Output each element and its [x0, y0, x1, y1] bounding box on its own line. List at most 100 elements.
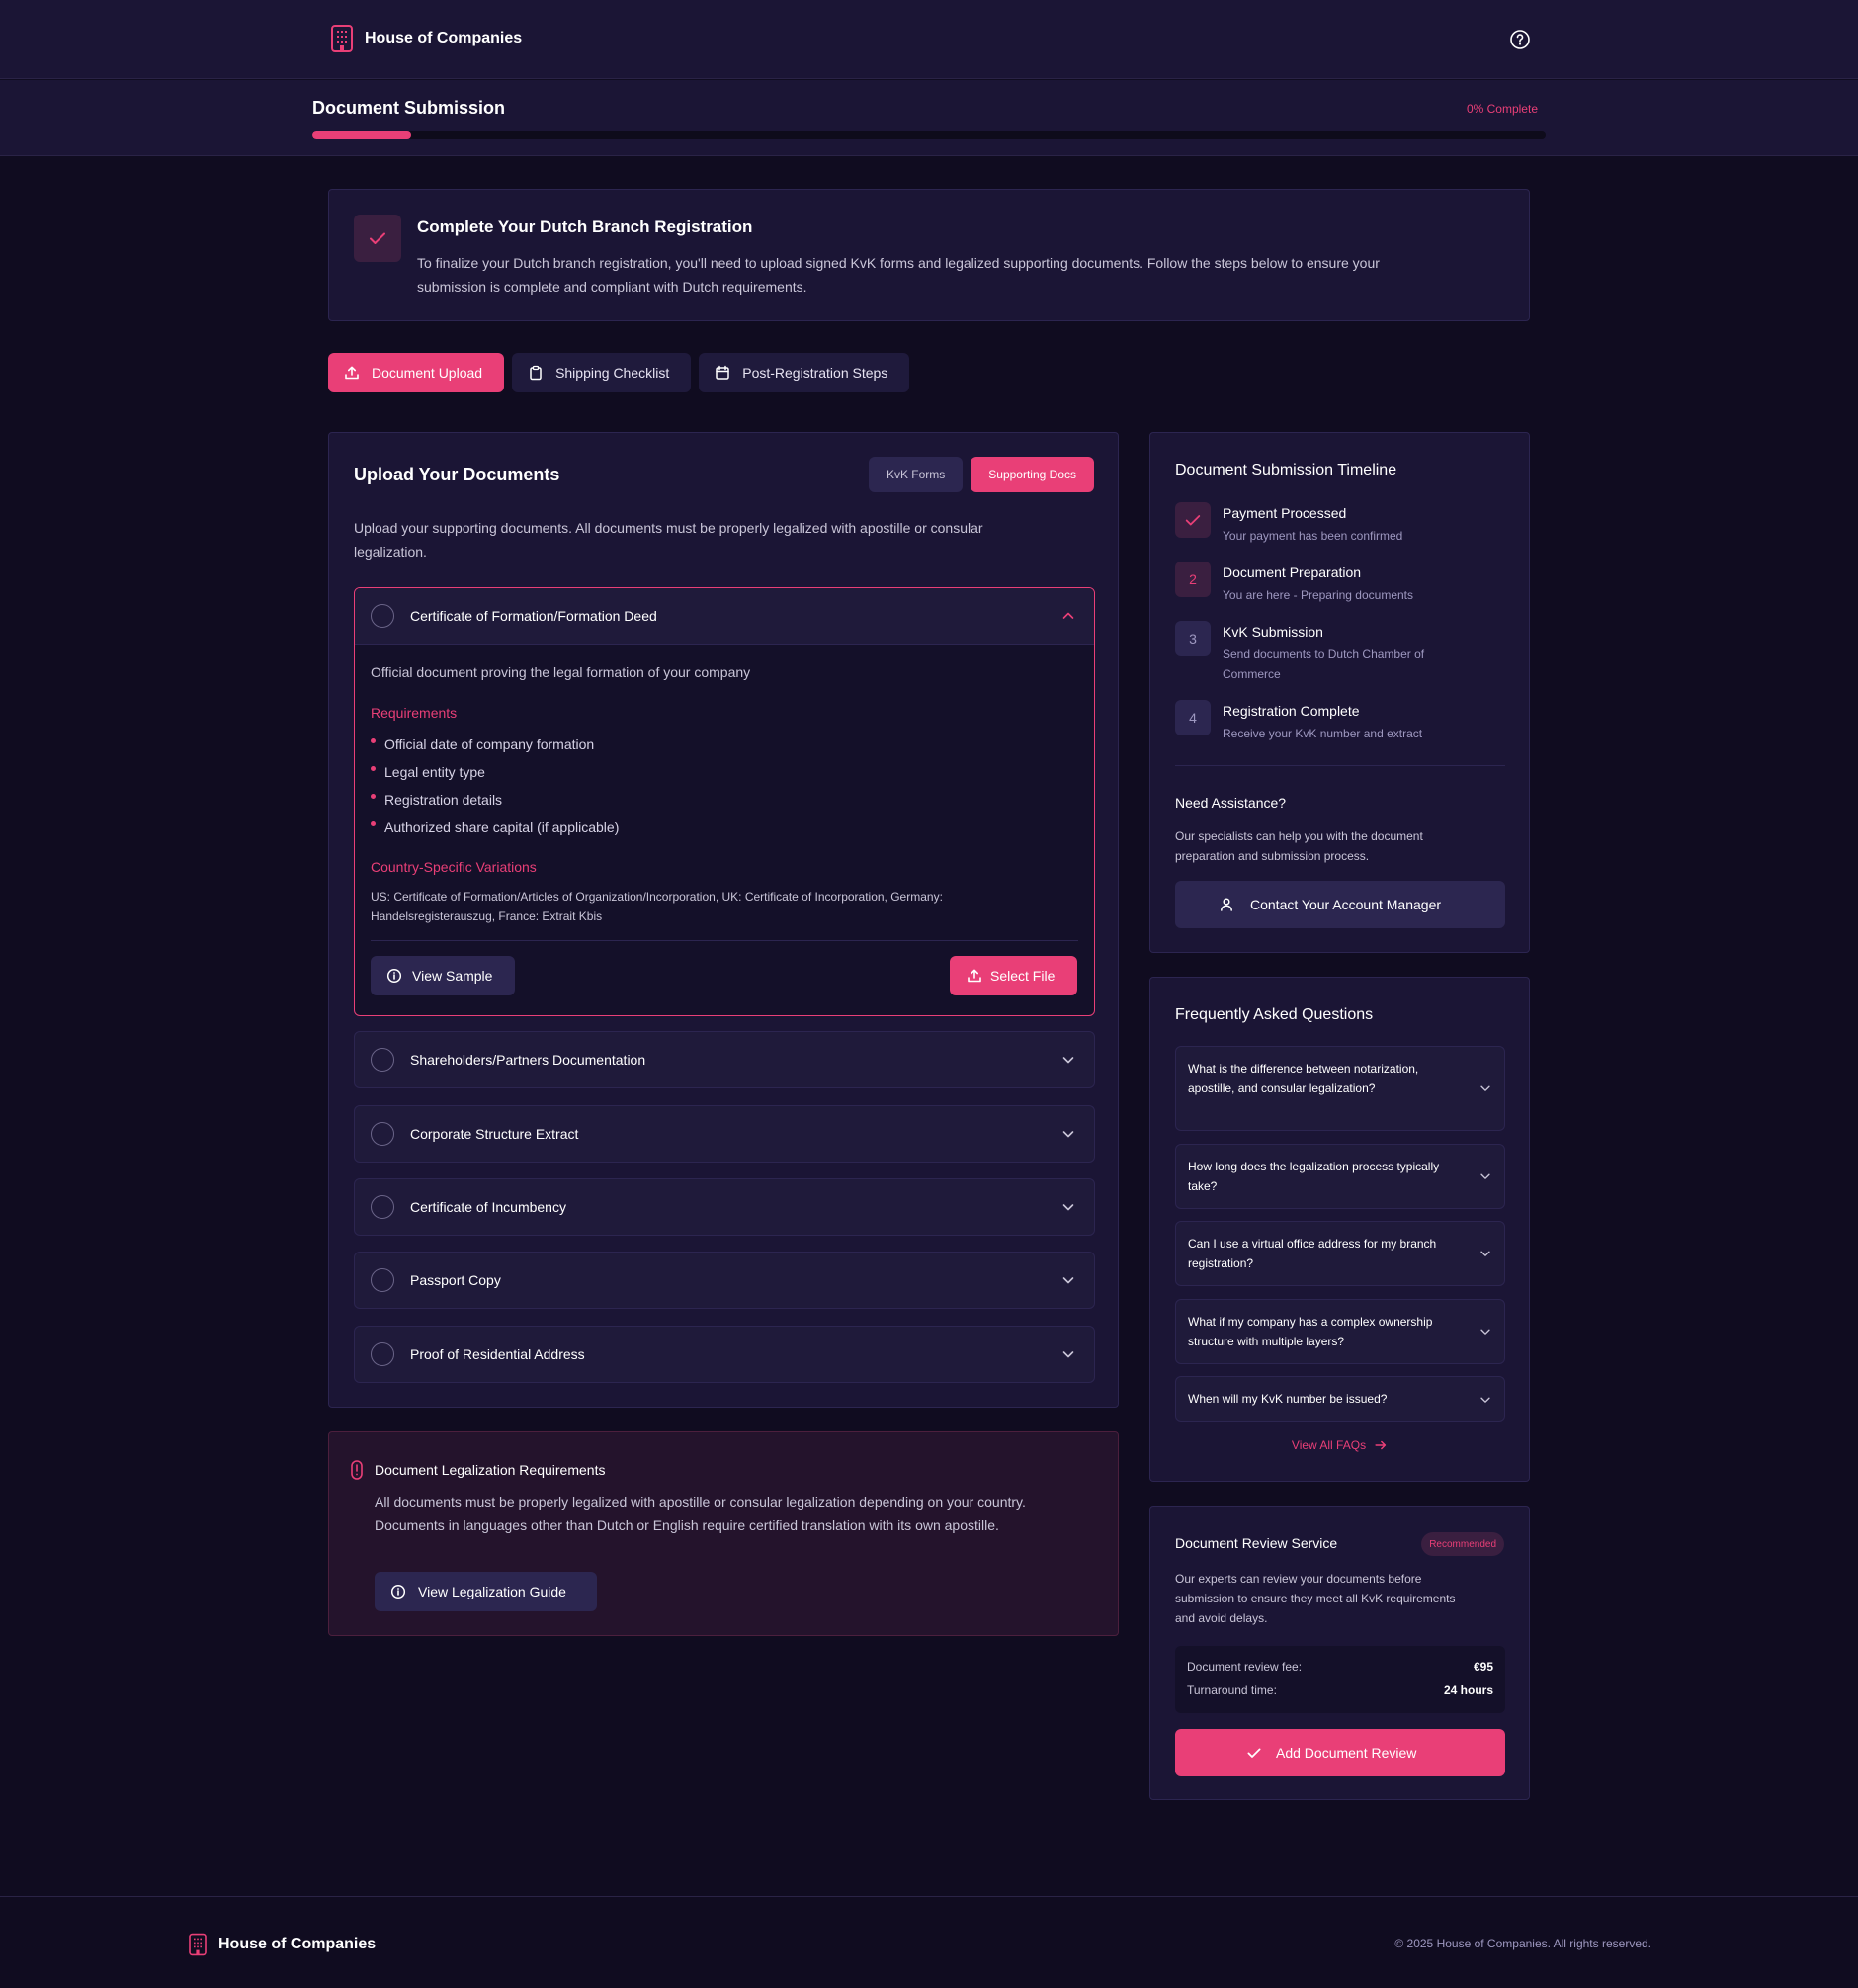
step-title: Registration Complete [1223, 703, 1360, 719]
calendar-icon [715, 365, 730, 381]
chevron-down-icon[interactable] [1478, 1393, 1492, 1407]
footer-brand[interactable]: House of Companies [188, 1933, 376, 1956]
review-service-card: Document Review Service Recommended Our … [1149, 1506, 1530, 1800]
intro-text: To finalize your Dutch branch registrati… [417, 255, 1380, 295]
faq-card: Frequently Asked Questions What is the d… [1149, 977, 1530, 1482]
chevron-down-icon[interactable] [1060, 1052, 1076, 1068]
fee-label: Document review fee: [1187, 1660, 1303, 1674]
fee-value: €95 [1473, 1660, 1493, 1674]
faq-item[interactable]: What is the difference between notarizat… [1175, 1046, 1505, 1131]
progress-header: Document Submission 0% Complete [0, 80, 1858, 156]
page-title: Document Submission [312, 98, 506, 118]
faq-title: Frequently Asked Questions [1175, 1006, 1374, 1023]
view-sample-button[interactable]: View Sample [371, 956, 515, 995]
timeline-card: Document Submission Timeline Payment Pro… [1149, 432, 1530, 953]
legalization-card: Document Legalization Requirements All d… [328, 1431, 1119, 1636]
chevron-down-icon[interactable] [1478, 1247, 1492, 1260]
timeline-title: Document Submission Timeline [1175, 462, 1397, 478]
status-radio[interactable] [371, 1048, 394, 1072]
kvk-forms-button[interactable]: KvK Forms [868, 457, 964, 492]
brand[interactable]: House of Companies [330, 24, 522, 53]
chevron-down-icon[interactable] [1060, 1272, 1076, 1288]
upload-icon [344, 365, 360, 381]
copyright: © 2025 House of Companies. All rights re… [1394, 1937, 1651, 1950]
status-radio[interactable] [371, 1122, 394, 1146]
info-icon [390, 1584, 406, 1599]
accordion-title: Certificate of Formation/Formation Deed [410, 608, 657, 624]
alert-icon [351, 1460, 363, 1480]
step-title: KvK Submission [1223, 624, 1323, 640]
intro-title: Complete Your Dutch Branch Registration [417, 217, 753, 236]
tab-shipping-checklist[interactable]: Shipping Checklist [512, 353, 692, 392]
supporting-docs-button[interactable]: Supporting Docs [971, 457, 1094, 492]
variations-text: US: Certificate of Formation/Articles of… [371, 890, 943, 923]
legalization-title: Document Legalization Requirements [375, 1462, 606, 1478]
intro-card: Complete Your Dutch Branch Registration … [328, 189, 1530, 321]
step-subtitle: Your payment has been confirmed [1223, 529, 1403, 543]
step-subtitle: You are here - Preparing documents [1223, 588, 1414, 602]
top-bar: House of Companies [0, 0, 1858, 79]
faq-item[interactable]: When will my KvK number be issued? [1175, 1376, 1505, 1422]
user-icon [1219, 897, 1234, 912]
add-document-review-button[interactable]: Add Document Review [1175, 1729, 1505, 1776]
select-file-button[interactable]: Select File [950, 956, 1077, 995]
faq-question: What if my company has a complex ownersh… [1188, 1315, 1433, 1348]
check-icon [1246, 1745, 1262, 1761]
status-radio[interactable] [371, 1342, 394, 1366]
chevron-down-icon[interactable] [1060, 1126, 1076, 1142]
contact-account-manager-button[interactable]: Contact Your Account Manager [1175, 881, 1505, 928]
faq-item[interactable]: Can I use a virtual office address for m… [1175, 1221, 1505, 1286]
info-icon [386, 968, 402, 984]
status-radio[interactable] [371, 604, 394, 628]
recommended-badge: Recommended [1421, 1532, 1504, 1556]
faq-question: When will my KvK number be issued? [1188, 1392, 1388, 1406]
help-icon[interactable] [1508, 28, 1532, 51]
accordion-title: Passport Copy [410, 1272, 501, 1288]
assist-title: Need Assistance? [1175, 795, 1287, 811]
divider [371, 940, 1078, 941]
accordion-item[interactable]: Shareholders/Partners Documentation [354, 1031, 1095, 1088]
building-icon [188, 1933, 208, 1956]
tab-document-upload[interactable]: Document Upload [328, 353, 505, 392]
main-tabs: Document Upload Shipping Checklist Post-… [328, 353, 910, 392]
list-item: Legal entity type [371, 762, 619, 790]
assist-text: Our specialists can help you with the do… [1175, 829, 1423, 863]
chevron-down-icon[interactable] [1060, 1346, 1076, 1362]
contact-label: Contact Your Account Manager [1250, 897, 1442, 912]
add-review-label: Add Document Review [1276, 1745, 1417, 1761]
view-legalization-guide-button[interactable]: View Legalization Guide [375, 1572, 597, 1611]
step-subtitle: Send documents to Dutch Chamber of Comme… [1223, 648, 1425, 681]
accordion-item[interactable]: Corporate Structure Extract [354, 1105, 1095, 1163]
faq-item[interactable]: What if my company has a complex ownersh… [1175, 1299, 1505, 1364]
upload-title: Upload Your Documents [354, 465, 560, 484]
status-radio[interactable] [371, 1268, 394, 1292]
accordion-item[interactable]: Certificate of Incumbency [354, 1178, 1095, 1236]
chevron-down-icon[interactable] [1478, 1081, 1492, 1095]
step-number: 2 [1175, 562, 1211, 597]
accordion-header[interactable]: Certificate of Formation/Formation Deed [355, 588, 1094, 645]
review-text: Our experts can review your documents be… [1175, 1572, 1456, 1625]
progress-label: 0% Complete [1466, 102, 1538, 116]
view-all-faqs-link[interactable]: View All FAQs [1150, 1438, 1529, 1452]
accordion-item[interactable]: Passport Copy [354, 1252, 1095, 1309]
document-description: Official document proving the legal form… [371, 664, 751, 680]
progress-track [312, 131, 1546, 139]
fee-row: Document review fee: €95 [1187, 1660, 1493, 1674]
chevron-down-icon[interactable] [1478, 1325, 1492, 1339]
tab-post-registration-steps[interactable]: Post-Registration Steps [699, 353, 910, 392]
turnaround-label: Turnaround time: [1187, 1684, 1277, 1697]
tab-label: Shipping Checklist [555, 365, 670, 381]
chevron-up-icon[interactable] [1060, 608, 1076, 624]
faq-question: What is the difference between notarizat… [1188, 1062, 1419, 1095]
chevron-down-icon[interactable] [1060, 1199, 1076, 1215]
requirements-heading: Requirements [371, 705, 458, 721]
upload-icon [967, 968, 982, 984]
step-subtitle: Receive your KvK number and extract [1223, 727, 1423, 740]
status-radio[interactable] [371, 1195, 394, 1219]
tab-label: Post-Registration Steps [742, 365, 888, 381]
building-icon [330, 24, 354, 53]
faq-item[interactable]: How long does the legalization process t… [1175, 1144, 1505, 1209]
accordion-item[interactable]: Proof of Residential Address [354, 1326, 1095, 1383]
chevron-down-icon[interactable] [1478, 1169, 1492, 1183]
clipboard-icon [528, 365, 544, 381]
